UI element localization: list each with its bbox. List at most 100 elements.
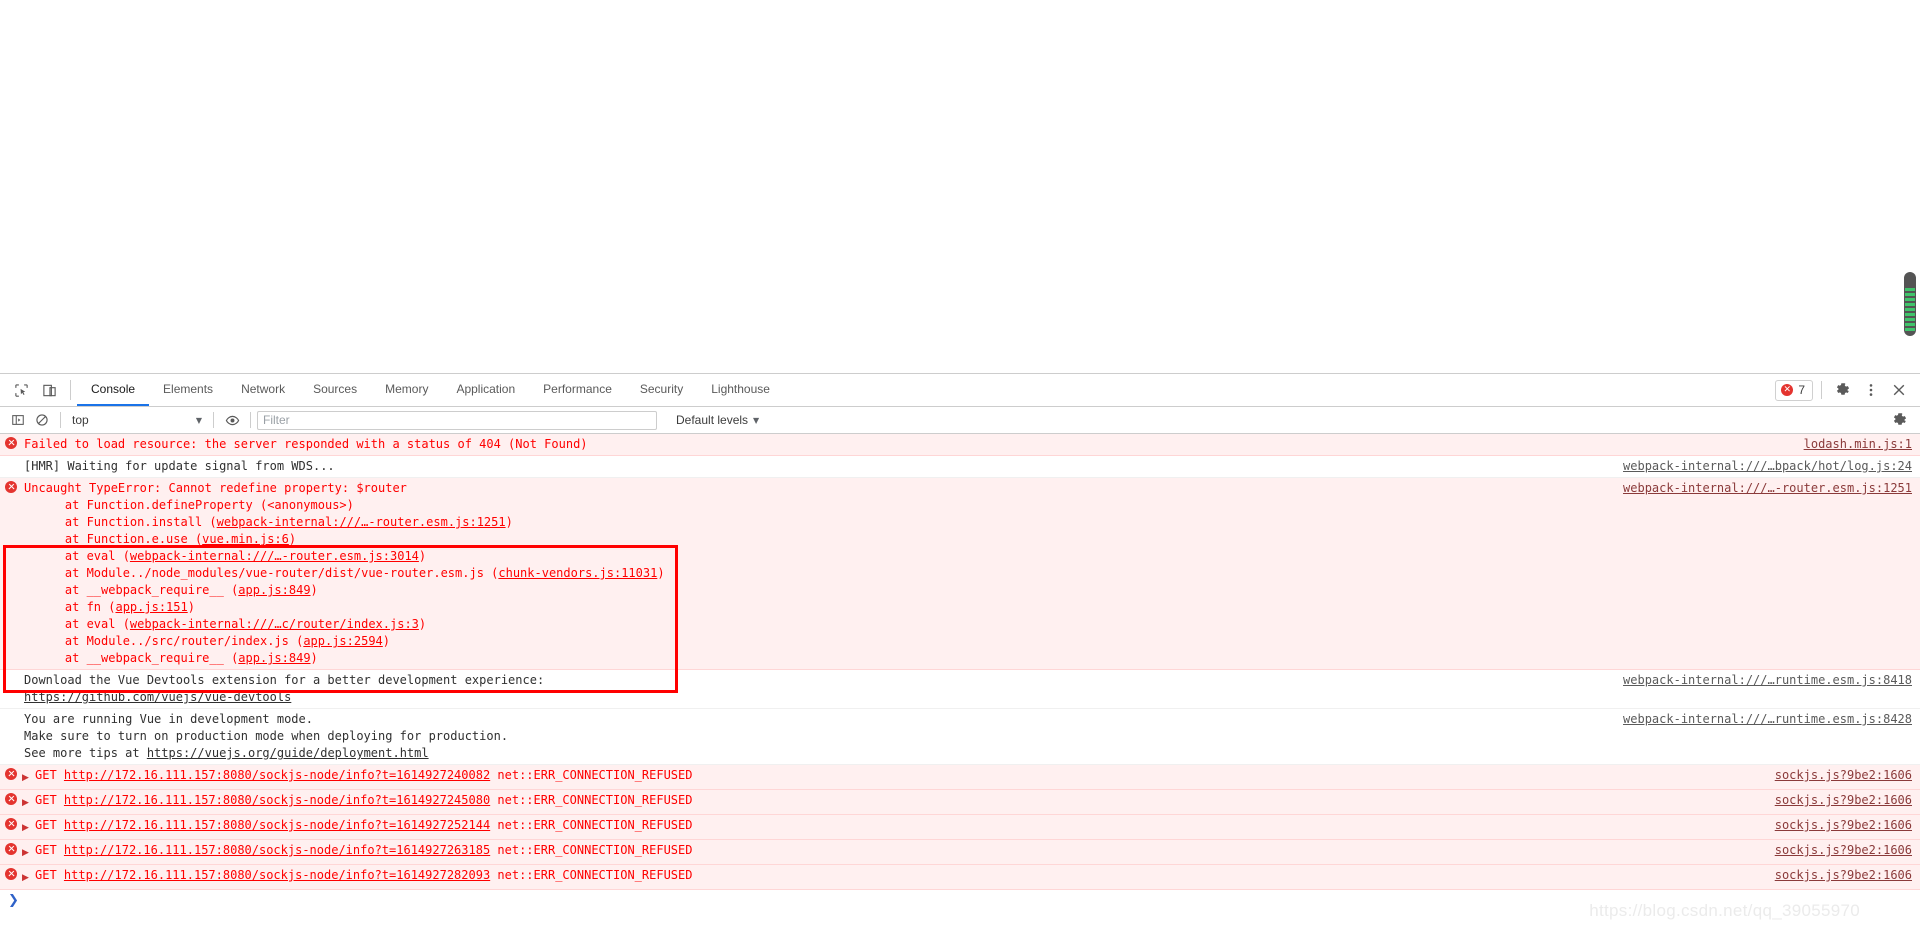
message-source-link[interactable]: sockjs.js?9be2:1606 (1775, 867, 1912, 884)
message-level-icon (0, 711, 22, 712)
tab-sources[interactable]: Sources (299, 374, 371, 406)
tabbar-divider (70, 380, 71, 400)
filter-input[interactable] (257, 410, 657, 430)
console-message[interactable]: Failed to load resource: the server resp… (0, 434, 1920, 456)
stack-frame-link[interactable]: webpack-internal:///…c/router/index.js:3 (130, 617, 419, 631)
web-page-viewport (0, 0, 1920, 373)
expand-triangle-icon[interactable]: ▶ (22, 792, 33, 812)
message-source-link[interactable]: webpack-internal:///…bpack/hot/log.js:24 (1623, 458, 1912, 475)
stack-frame-text: at eval ( (36, 617, 130, 631)
stack-frame-link[interactable]: app.js:151 (115, 600, 187, 614)
message-source-link[interactable]: sockjs.js?9be2:1606 (1775, 842, 1912, 859)
stack-frame: at Function.defineProperty (<anonymous>) (36, 497, 1912, 514)
tab-console[interactable]: Console (77, 374, 150, 406)
message-text: You are running Vue in development mode.… (22, 711, 1611, 762)
execution-context-select[interactable]: top ▼ (67, 410, 207, 431)
clear-console-icon[interactable] (30, 409, 54, 431)
console-message[interactable]: [HMR] Waiting for update signal from WDS… (0, 456, 1920, 478)
message-source-link[interactable]: sockjs.js?9be2:1606 (1775, 817, 1912, 834)
inspect-element-icon[interactable] (8, 377, 34, 403)
stack-frame-link[interactable]: app.js:849 (238, 651, 310, 665)
chevron-down-icon: ▼ (195, 415, 202, 425)
device-toolbar-icon[interactable] (36, 377, 62, 403)
stack-frame-link[interactable]: vue.min.js:6 (202, 532, 289, 546)
tab-memory[interactable]: Memory (371, 374, 442, 406)
message-text: GET http://172.16.111.157:8080/sockjs-no… (33, 792, 1763, 809)
console-message-uncaught-typeerror[interactable]: Uncaught TypeError: Cannot redefine prop… (0, 478, 1920, 670)
execution-context-value: top (72, 413, 89, 427)
message-source-link[interactable]: webpack-internal:///…runtime.esm.js:8428 (1623, 711, 1912, 728)
message-source-link[interactable]: sockjs.js?9be2:1606 (1775, 767, 1912, 784)
request-url-link[interactable]: http://172.16.111.157:8080/sockjs-node/i… (64, 868, 490, 882)
message-level-icon (0, 867, 22, 880)
stack-frame-link[interactable]: webpack-internal:///…-router.esm.js:3014 (130, 549, 419, 563)
more-options-icon[interactable] (1858, 377, 1884, 403)
stack-frame-link[interactable]: webpack-internal:///…-router.esm.js:1251 (217, 515, 506, 529)
console-message-network-error[interactable]: ▶ GET http://172.16.111.157:8080/sockjs-… (0, 790, 1920, 815)
network-error-suffix: net::ERR_CONNECTION_REFUSED (490, 868, 693, 882)
live-expression-eye-icon[interactable] (220, 409, 244, 431)
tab-elements[interactable]: Elements (149, 374, 227, 406)
scrollbar-thumb-stripes (1905, 288, 1915, 331)
stack-frame-link[interactable]: app.js:849 (238, 583, 310, 597)
request-url-link[interactable]: http://172.16.111.157:8080/sockjs-node/i… (64, 793, 490, 807)
expand-triangle-icon[interactable]: ▶ (22, 817, 33, 837)
stack-frame: at Function.e.use (vue.min.js:6) (36, 531, 1912, 548)
expand-triangle-icon[interactable]: ▶ (22, 767, 33, 787)
settings-gear-icon[interactable] (1830, 377, 1856, 403)
message-source-link[interactable]: webpack-internal:///…-router.esm.js:1251 (1623, 480, 1912, 497)
message-level-icon (0, 792, 22, 805)
devtools-tabbar: Console Elements Network Sources Memory … (0, 374, 1920, 407)
stack-frame: at Module../src/router/index.js (app.js:… (36, 633, 1912, 650)
request-url-link[interactable]: http://172.16.111.157:8080/sockjs-node/i… (64, 768, 490, 782)
message-source-link[interactable]: lodash.min.js:1 (1804, 436, 1912, 453)
console-message-list[interactable]: Failed to load resource: the server resp… (0, 434, 1920, 937)
error-icon (5, 437, 17, 449)
request-url-link[interactable]: http://172.16.111.157:8080/sockjs-node/i… (64, 843, 490, 857)
tab-sources-label: Sources (313, 382, 358, 396)
message-level-icon (0, 767, 22, 780)
message-source-link[interactable]: sockjs.js?9be2:1606 (1775, 792, 1912, 809)
tab-network[interactable]: Network (227, 374, 299, 406)
error-count-badge[interactable]: ✕ 7 (1775, 379, 1813, 401)
tab-lighthouse[interactable]: Lighthouse (697, 374, 784, 406)
console-message-network-error[interactable]: ▶ GET http://172.16.111.157:8080/sockjs-… (0, 765, 1920, 790)
message-text: GET http://172.16.111.157:8080/sockjs-no… (33, 842, 1763, 859)
console-settings-gear-icon[interactable] (1888, 409, 1912, 431)
stack-frame-text: at Module../src/router/index.js ( (36, 634, 304, 648)
tab-application[interactable]: Application (442, 374, 529, 406)
error-icon (5, 843, 17, 855)
stack-frame-link[interactable]: app.js:2594 (303, 634, 382, 648)
tab-performance[interactable]: Performance (529, 374, 626, 406)
console-message-network-error[interactable]: ▶ GET http://172.16.111.157:8080/sockjs-… (0, 815, 1920, 840)
message-source-link[interactable]: webpack-internal:///…runtime.esm.js:8418 (1623, 672, 1912, 689)
stack-frame-text: at __webpack_require__ ( (36, 651, 239, 665)
stack-frame-link[interactable]: chunk-vendors.js:11031 (498, 566, 657, 580)
console-sidebar-icon[interactable] (6, 409, 30, 431)
error-count-label: 7 (1798, 383, 1805, 397)
log-levels-select[interactable]: Default levels ▼ (671, 411, 764, 429)
request-url-link[interactable]: http://172.16.111.157:8080/sockjs-node/i… (64, 818, 490, 832)
filterbar-divider-1 (60, 412, 61, 428)
stack-trace: at Function.defineProperty (<anonymous>)… (0, 497, 1912, 667)
tab-security[interactable]: Security (626, 374, 697, 406)
expand-triangle-icon[interactable]: ▶ (22, 842, 33, 862)
error-icon (5, 481, 17, 493)
console-message-vue-devtools[interactable]: Download the Vue Devtools extension for … (0, 670, 1920, 709)
close-devtools-icon[interactable] (1886, 377, 1912, 403)
tab-memory-label: Memory (385, 382, 429, 396)
stack-frame-suffix: ) (187, 600, 195, 614)
expand-triangle-icon[interactable]: ▶ (22, 867, 33, 887)
console-message-network-error[interactable]: ▶ GET http://172.16.111.157:8080/sockjs-… (0, 840, 1920, 865)
stack-frame-text: at Function.install ( (36, 515, 217, 529)
network-error-suffix: net::ERR_CONNECTION_REFUSED (490, 793, 693, 807)
console-message-network-error[interactable]: ▶ GET http://172.16.111.157:8080/sockjs-… (0, 865, 1920, 890)
console-message-dev-mode[interactable]: You are running Vue in development mode.… (0, 709, 1920, 765)
vue-devtools-link[interactable]: https://github.com/vuejs/vue-devtools (24, 690, 291, 704)
page-scrollbar-thumb[interactable] (1904, 272, 1916, 336)
page-scrollbar[interactable] (1904, 0, 1920, 373)
network-error-suffix: net::ERR_CONNECTION_REFUSED (490, 818, 693, 832)
error-icon (5, 818, 17, 830)
tab-elements-label: Elements (163, 382, 214, 396)
deployment-guide-link[interactable]: https://vuejs.org/guide/deployment.html (147, 746, 429, 760)
